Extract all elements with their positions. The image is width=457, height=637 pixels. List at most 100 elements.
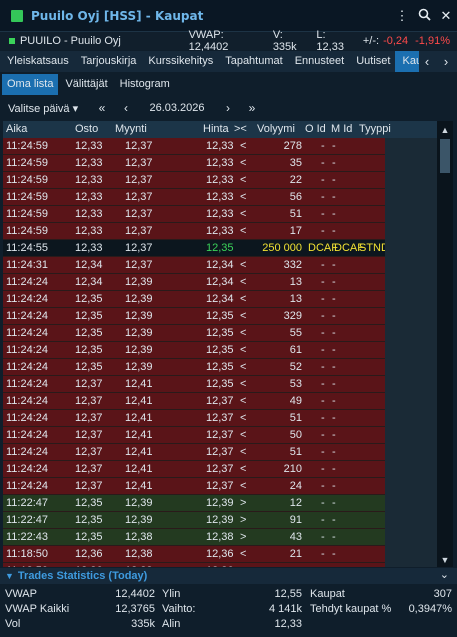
cell-price: 12,33	[206, 208, 234, 220]
table-row[interactable]: 11:24:24 12,37 12,41 12,37 <24 - -	[3, 478, 385, 495]
double-prev-icon[interactable]: «	[90, 101, 114, 115]
scroll-thumb[interactable]	[440, 139, 450, 173]
table-row[interactable]: 11:24:59 12,33 12,37 12,33 <56 - -	[3, 189, 385, 206]
cell-time: 11:24:24	[6, 327, 49, 339]
tab-yleiskatsaus[interactable]: Yleiskatsaus	[0, 51, 74, 72]
cell-buy: 12,34	[75, 259, 103, 271]
table-row[interactable]: 11:24:24 12,35 12,39 12,35 <61 - -	[3, 342, 385, 359]
table-header: Aika Osto Myynti Hinta >< Volyymi O Id M…	[3, 121, 437, 138]
table-row[interactable]: 11:24:55 12,33 12,37 12,35 250 000 DCAF DCAF ST…	[3, 240, 389, 257]
subtab-valittajat[interactable]: Välittäjät	[60, 74, 112, 95]
cell-buy: 12,37	[75, 446, 103, 458]
cell-volume: 24	[289, 480, 302, 492]
cell-direction: <	[240, 327, 247, 339]
cell-buyer-id: -	[321, 480, 325, 492]
prev-icon[interactable]: ‹	[114, 101, 138, 115]
table-row[interactable]: 11:24:31 12,34 12,37 12,34 <332 - -	[3, 257, 385, 274]
cell-seller-id: -	[332, 344, 336, 356]
table-row[interactable]: 11:24:24 12,37 12,41 12,37 <51 - -	[3, 410, 385, 427]
cell-time: 11:24:24	[6, 293, 49, 305]
header-buyer-id[interactable]: O Id	[305, 123, 326, 135]
table-row[interactable]: 11:24:24 12,37 12,41 12,37 <210 - -	[3, 461, 385, 478]
table-row[interactable]: 11:24:24 12,35 12,39 12,35 <52 - -	[3, 359, 385, 376]
cell-buy: 12,33	[75, 174, 103, 186]
cell-sell: 12,39	[125, 310, 153, 322]
next-icon[interactable]: ›	[216, 101, 240, 115]
search-icon[interactable]	[413, 8, 435, 24]
cell-direction: <	[240, 225, 247, 237]
table-row[interactable]: 11:24:24 12,37 12,41 12,35 <53 - -	[3, 376, 385, 393]
cell-sell: 12,41	[125, 395, 153, 407]
tab-uutiset[interactable]: Uutiset	[349, 51, 395, 72]
cell-seller-id: -	[332, 174, 336, 186]
tab-ennusteet[interactable]: Ennusteet	[288, 51, 350, 72]
cell-sell: 12,37	[125, 242, 153, 254]
cell-time: 11:24:24	[6, 463, 49, 475]
header-type[interactable]: Tyyppi	[359, 123, 391, 135]
tab-kurssikehitys[interactable]: Kurssikehitys	[141, 51, 218, 72]
stats-header[interactable]: ▼ Trades Statistics (Today) ⌄	[0, 568, 457, 584]
cell-volume: 91	[289, 514, 302, 526]
table-row[interactable]: 11:24:59 12,33 12,37 12,33 <35 - -	[3, 155, 385, 172]
table-row[interactable]: 11:18:50 12,36 12,38 12,36 <... - -	[3, 563, 385, 567]
header-sell[interactable]: Myynti	[115, 123, 147, 135]
table-row[interactable]: 11:24:24 12,34 12,39 12,34 <13 - -	[3, 274, 385, 291]
tabs-prev-icon[interactable]: ‹	[419, 51, 435, 72]
cell-buyer-id: -	[321, 463, 325, 475]
vertical-scrollbar[interactable]: ▲ ▼	[437, 121, 453, 567]
table-row[interactable]: 11:24:59 12,33 12,37 12,33 <51 - -	[3, 206, 385, 223]
table-row[interactable]: 11:24:24 12,37 12,41 12,37 <50 - -	[3, 427, 385, 444]
cell-volume: 55	[289, 327, 302, 339]
cell-volume: 56	[289, 191, 302, 203]
stat-label: Kaupat	[310, 588, 345, 600]
cell-direction: <	[240, 191, 247, 203]
cell-direction: >	[240, 531, 247, 543]
cell-price: 12,35	[206, 310, 234, 322]
cell-seller-id: -	[332, 463, 336, 475]
change-label: +/-:	[362, 35, 380, 47]
header-direction[interactable]: ><	[234, 123, 247, 135]
double-next-icon[interactable]: »	[240, 101, 264, 115]
tabs-next-icon[interactable]: ›	[438, 51, 454, 72]
scroll-down-icon[interactable]: ▼	[437, 555, 453, 565]
table-row[interactable]: 11:24:24 12,37 12,41 12,37 <51 - -	[3, 444, 385, 461]
table-row[interactable]: 11:24:59 12,33 12,37 12,33 <278 - -	[3, 138, 385, 155]
table-row[interactable]: 11:24:24 12,37 12,41 12,37 <49 - -	[3, 393, 385, 410]
cell-buy: 12,35	[75, 514, 103, 526]
header-price[interactable]: Hinta	[203, 123, 229, 135]
cell-buyer-id: -	[321, 548, 325, 560]
cell-sell: 12,37	[125, 259, 153, 271]
cell-buy: 12,37	[75, 395, 103, 407]
header-seller-id[interactable]: M Id	[331, 123, 352, 135]
table-row[interactable]: 11:24:59 12,33 12,37 12,33 <17 - -	[3, 223, 385, 240]
cell-direction: <	[240, 412, 247, 424]
subtab-oma-lista[interactable]: Oma lista	[2, 74, 59, 95]
header-volume[interactable]: Volyymi	[257, 123, 295, 135]
table-row[interactable]: 11:22:47 12,35 12,39 12,39 >91 - -	[3, 512, 385, 529]
table-row[interactable]: 11:24:24 12,35 12,39 12,34 <13 - -	[3, 291, 385, 308]
cell-direction: <	[240, 565, 246, 567]
scroll-up-icon[interactable]: ▲	[437, 125, 453, 135]
tab-tapahtumat[interactable]: Tapahtumat	[218, 51, 287, 72]
cell-time: 11:22:43	[6, 531, 49, 543]
day-select[interactable]: Valitse päivä ▾	[8, 102, 90, 115]
stat-value: 12,3765	[115, 603, 155, 615]
table-row[interactable]: 11:18:50 12,36 12,38 12,36 <21 - -	[3, 546, 385, 563]
table-row[interactable]: 11:24:24 12,35 12,39 12,35 <329 - -	[3, 308, 385, 325]
cell-price: 12,34	[206, 276, 234, 288]
chevron-down-icon[interactable]: ⌄	[440, 568, 449, 581]
vwap-value: VWAP: 12,4402	[188, 29, 229, 53]
table-row[interactable]: 11:22:43 12,35 12,38 12,38 >43 - -	[3, 529, 385, 546]
cell-direction: <	[240, 276, 247, 288]
header-time[interactable]: Aika	[6, 123, 27, 135]
menu-icon[interactable]: ⋮	[391, 8, 413, 24]
header-buy[interactable]: Osto	[75, 123, 98, 135]
close-icon[interactable]: ✕	[435, 8, 457, 24]
cell-volume: 51	[289, 446, 302, 458]
table-row[interactable]: 11:22:47 12,35 12,39 12,39 >12 - -	[3, 495, 385, 512]
subtab-histogram[interactable]: Histogram	[115, 74, 175, 95]
table-row[interactable]: 11:24:24 12,35 12,39 12,35 <55 - -	[3, 325, 385, 342]
tab-tarjouskirja[interactable]: Tarjouskirja	[74, 51, 142, 72]
cell-price: 12,37	[206, 463, 234, 475]
table-row[interactable]: 11:24:59 12,33 12,37 12,33 <22 - -	[3, 172, 385, 189]
